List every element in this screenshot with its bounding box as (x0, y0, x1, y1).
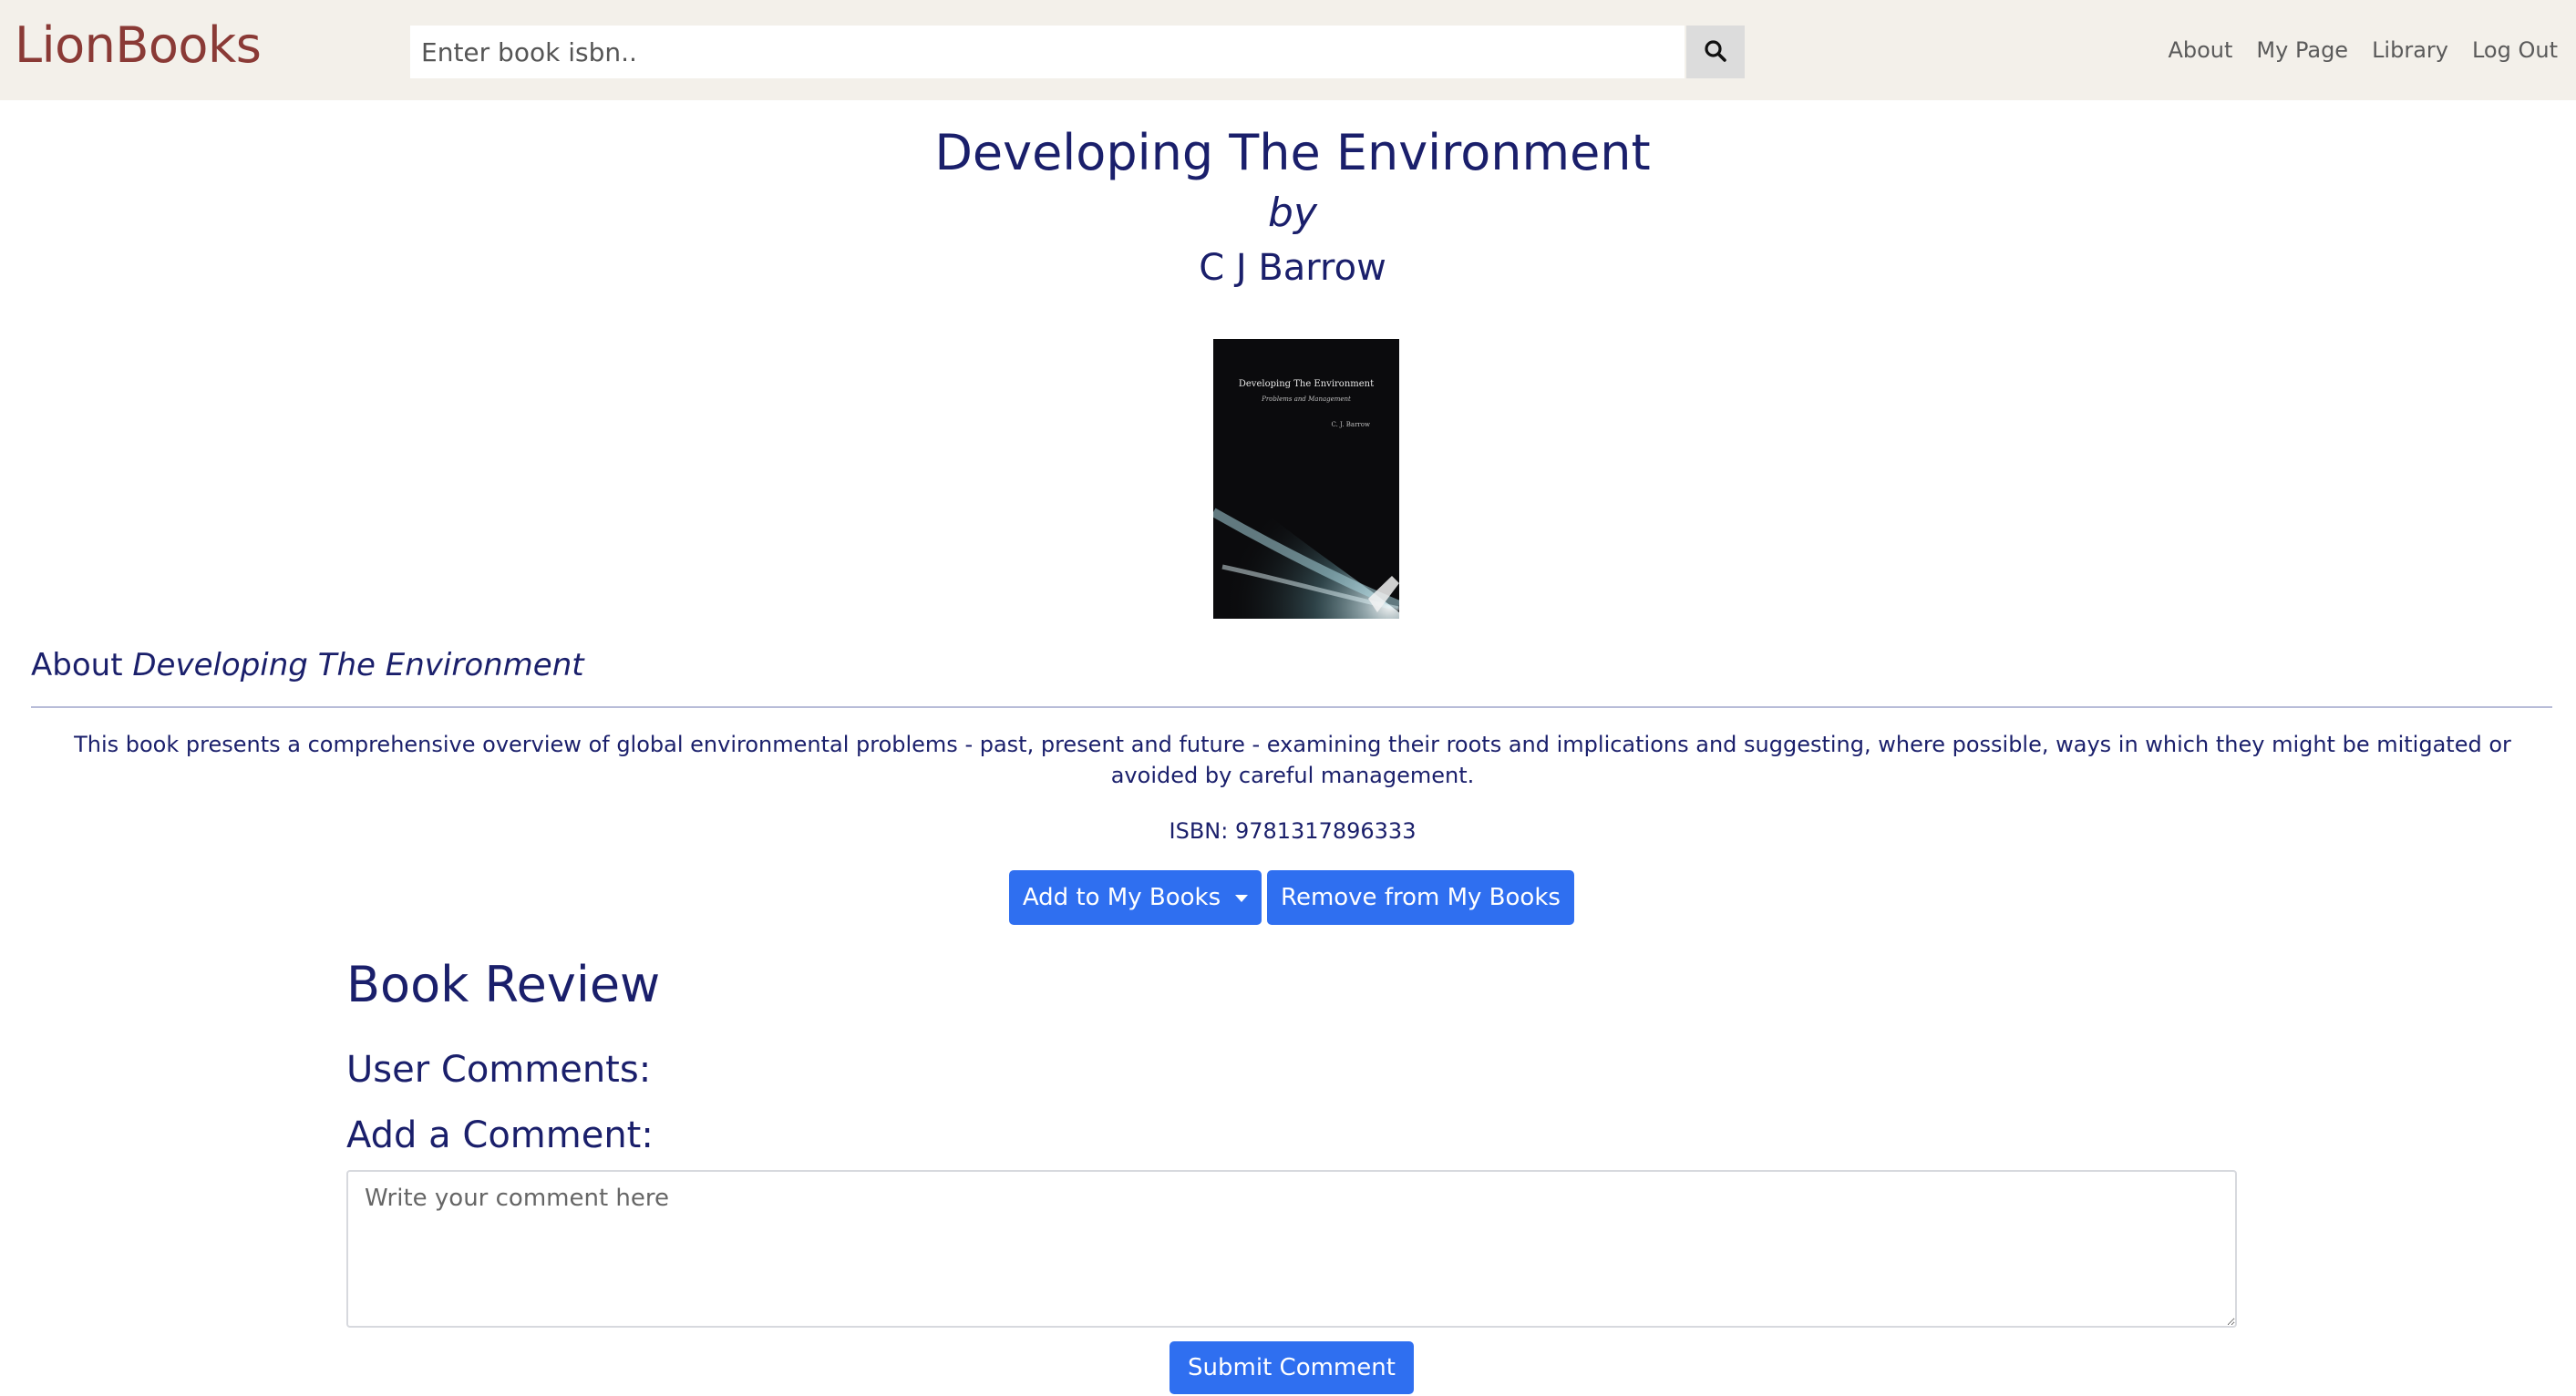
nav-link-library[interactable]: Library (2372, 35, 2448, 66)
user-comments-heading: User Comments: (346, 1049, 652, 1091)
review-title: Book Review (346, 956, 661, 1013)
book-isbn: ISBN: 9781317896333 (1169, 818, 1417, 844)
add-to-my-books-button[interactable]: Add to My Books (1009, 870, 1262, 925)
cover-title: Developing The Environment (1238, 379, 1375, 389)
about-prefix: About (31, 647, 123, 683)
add-to-my-books-label: Add to My Books (1022, 884, 1221, 911)
brand-logo[interactable]: LionBooks (15, 13, 262, 78)
navbar: LionBooks About My Page Library Log Out (0, 0, 2576, 100)
search-icon (1704, 39, 1727, 66)
divider (31, 706, 2552, 708)
cover-subtitle: Problems and Management (1262, 395, 1351, 403)
comment-textarea[interactable] (346, 1170, 2237, 1328)
cover-author: C. J. Barrow (1331, 421, 1371, 428)
about-heading: About Developing The Environment (31, 643, 584, 687)
search-input[interactable] (410, 26, 1685, 78)
add-comment-heading: Add a Comment: (346, 1114, 654, 1156)
nav-link-my-page[interactable]: My Page (2256, 35, 2348, 66)
book-author: C J Barrow (1199, 247, 1386, 289)
nav-link-log-out[interactable]: Log Out (2472, 35, 2558, 66)
about-book-title: Developing The Environment (132, 647, 584, 683)
book-by-label: by (1268, 190, 1317, 236)
chevron-down-icon (1235, 895, 1249, 902)
search-button[interactable] (1686, 26, 1745, 78)
book-description: This book presents a comprehensive overv… (74, 732, 2511, 788)
remove-from-my-books-button[interactable]: Remove from My Books (1267, 870, 1574, 925)
book-title: Developing The Environment (934, 124, 1651, 181)
book-cover-image: Developing The Environment Problems and … (1213, 339, 1399, 619)
submit-comment-button[interactable]: Submit Comment (1170, 1341, 1414, 1394)
nav-link-about[interactable]: About (2168, 35, 2232, 66)
nav-links: About My Page Library Log Out (2168, 35, 2558, 66)
